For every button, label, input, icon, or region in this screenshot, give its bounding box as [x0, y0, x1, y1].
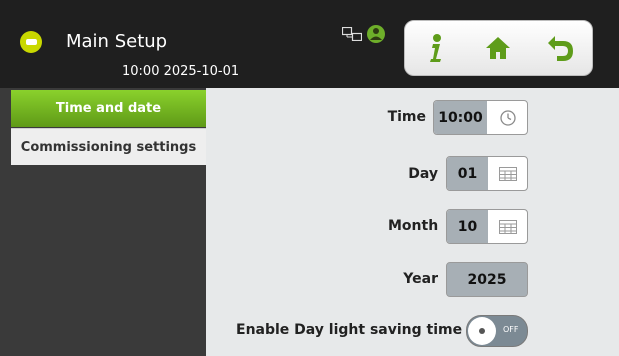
month-value: 10 — [447, 210, 488, 243]
toggle-state: OFF — [503, 325, 519, 334]
network-icon — [342, 27, 362, 41]
user-icon — [367, 25, 385, 43]
title-bar: Main Setup 10:00 2025-10-01 — [0, 0, 619, 88]
month-label: Month — [388, 218, 439, 234]
clock-icon[interactable] — [488, 101, 527, 134]
info-button[interactable] — [413, 29, 457, 67]
sidebar-item-label: Commissioning settings — [20, 139, 197, 155]
time-label: Time — [387, 109, 426, 125]
sidebar-item-label: Time and date — [55, 101, 162, 116]
calendar-icon[interactable] — [488, 210, 527, 243]
info-icon — [430, 34, 441, 62]
dst-toggle[interactable]: OFF — [466, 315, 528, 347]
current-datetime: 10:00 2025-10-01 — [122, 64, 240, 79]
home-button[interactable] — [476, 29, 520, 67]
month-field[interactable]: 10 — [446, 209, 528, 244]
sidebar-item-commissioning-settings[interactable]: Commissioning settings — [11, 128, 206, 165]
toggle-knob — [468, 317, 496, 345]
year-label: Year — [403, 271, 438, 287]
home-icon — [486, 37, 510, 59]
day-field[interactable]: 01 — [446, 156, 528, 191]
dst-label: Enable Day light saving time — [236, 322, 463, 338]
day-value: 01 — [447, 157, 488, 190]
year-value: 2025 — [447, 263, 527, 296]
sidebar: Time and date Commissioning settings — [0, 88, 206, 356]
calendar-icon[interactable] — [488, 157, 527, 190]
year-field[interactable]: 2025 — [446, 262, 528, 297]
day-label: Day — [408, 166, 438, 182]
time-value: 10:00 — [434, 101, 487, 134]
back-button[interactable] — [538, 29, 582, 67]
back-arrow-icon — [548, 36, 573, 61]
app-icon — [20, 31, 42, 53]
sidebar-item-time-and-date[interactable]: Time and date — [11, 90, 206, 127]
page-title: Main Setup — [66, 31, 168, 52]
time-field[interactable]: 10:00 — [433, 100, 528, 135]
navigation-panel — [404, 20, 593, 76]
